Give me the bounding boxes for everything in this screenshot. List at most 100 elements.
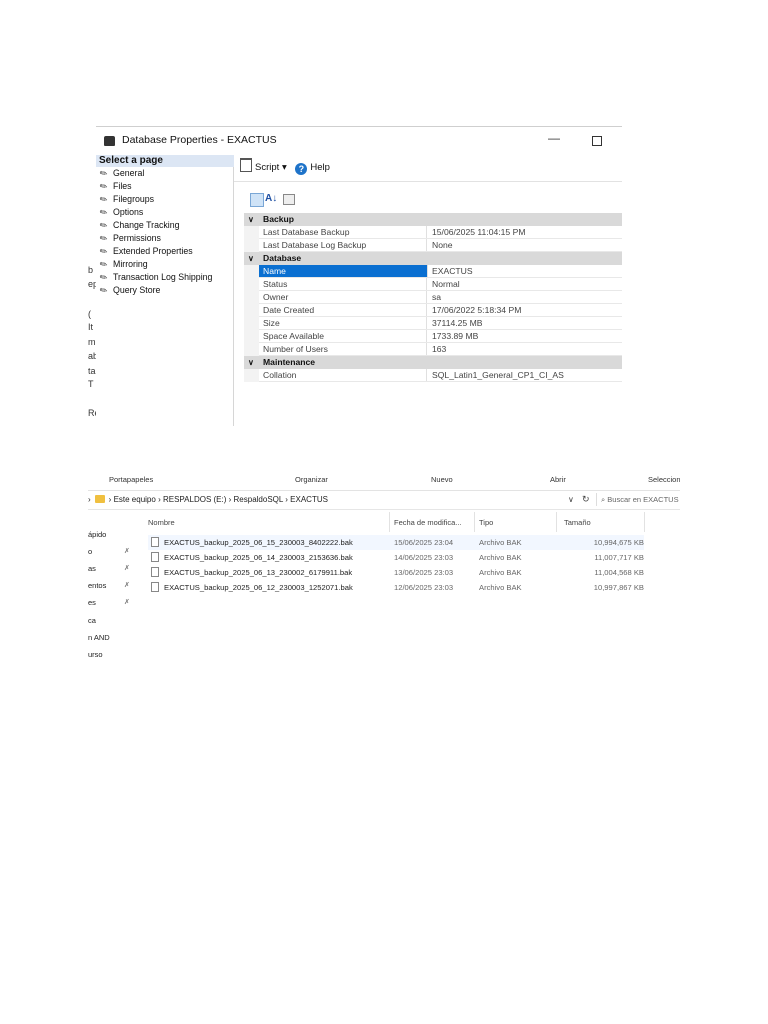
minimize-button[interactable]: —	[548, 131, 560, 145]
property-pages-button[interactable]	[283, 194, 295, 205]
property-row-selected[interactable]: Name EXACTUS	[244, 265, 622, 278]
page-filegroups[interactable]: ✎ Filegroups	[98, 193, 154, 207]
script-dropdown-icon[interactable]: ▾	[282, 162, 287, 173]
column-header-name[interactable]: Nombre	[148, 518, 175, 527]
file-row[interactable]: EXACTUS_backup_2025_06_13_230002_6179911…	[148, 565, 644, 580]
breadcrumb-respaldos[interactable]: RESPALDOS (E:)	[163, 495, 226, 504]
nav-item[interactable]: entos	[88, 581, 106, 590]
help-icon: ?	[295, 163, 308, 175]
file-size: 11,007,717 KB	[594, 553, 644, 562]
toolbar: Script ▾ ? Help	[240, 158, 330, 175]
breadcrumb-this-pc[interactable]: Este equipo	[114, 495, 156, 504]
file-date: 13/06/2025 23:03	[394, 568, 454, 577]
script-button[interactable]: Script ▾	[240, 158, 287, 173]
page-mirroring[interactable]: ✎ Mirroring	[98, 258, 148, 272]
nav-item[interactable]: urso	[88, 650, 103, 658]
property-row[interactable]: Date Created 17/06/2022 5:18:34 PM	[244, 304, 622, 317]
column-header-date[interactable]: Fecha de modifica...	[394, 518, 462, 527]
nav-item[interactable]: n AND	[88, 633, 110, 642]
file-date: 14/06/2025 23:03	[394, 553, 454, 562]
refresh-icon[interactable]: ↻	[582, 494, 590, 505]
search-input[interactable]: ⌕ Buscar en EXACTUS	[596, 493, 680, 506]
breadcrumb-exactus[interactable]: EXACTUS	[290, 495, 328, 504]
file-icon	[151, 567, 159, 577]
nav-item[interactable]: ca	[88, 616, 96, 625]
property-value: Normal	[432, 279, 460, 289]
history-dropdown-icon[interactable]: ∨	[568, 495, 574, 504]
property-row[interactable]: Size 37114.25 MB	[244, 317, 622, 330]
collapse-chevron-icon[interactable]: ∨	[248, 252, 254, 265]
page-query-store[interactable]: ✎ Query Store	[97, 284, 161, 298]
pin-icon: ✗	[124, 565, 130, 572]
page-general[interactable]: ✎ General	[97, 167, 144, 181]
file-name: EXACTUS_backup_2025_06_15_230003_8402222…	[164, 538, 353, 547]
file-row[interactable]: EXACTUS_backup_2025_06_12_230003_1252071…	[148, 580, 644, 595]
category-maintenance[interactable]: ∨ Maintenance	[244, 356, 622, 369]
wrench-icon: ✎	[97, 284, 110, 297]
database-properties-window: b ep ( It m ab ta T Re Database Properti…	[88, 126, 622, 426]
edge-fragment: (	[88, 309, 91, 319]
file-date: 15/06/2025 23:04	[394, 538, 454, 547]
collapse-chevron-icon[interactable]: ∨	[248, 213, 254, 226]
column-header-type[interactable]: Tipo	[479, 518, 493, 527]
navigation-pane: ápido o ✗ as ✗ entos ✗ es ✗ ca n AND urs…	[88, 510, 144, 658]
nav-item[interactable]: o	[88, 547, 92, 556]
page-transaction-log-shipping[interactable]: ✎ Transaction Log Shipping	[98, 271, 213, 285]
property-row[interactable]: Status Normal	[244, 278, 622, 291]
property-row[interactable]: Space Available 1733.89 MB	[244, 330, 622, 343]
pin-icon: ✗	[124, 582, 130, 589]
alphabetical-sort-button[interactable]: A↓	[265, 193, 277, 204]
file-icon	[151, 582, 159, 592]
property-value: EXACTUS	[432, 266, 473, 276]
property-key: Owner	[263, 291, 427, 303]
nav-item[interactable]: ápido	[88, 530, 106, 539]
breadcrumb-respaldosql[interactable]: RespaldoSQL	[234, 495, 284, 504]
page-options[interactable]: ✎ Options	[98, 206, 143, 220]
page-permissions[interactable]: ✎ Permissions	[97, 232, 161, 246]
select-page-pane: Select a page ✎ General ✎ Files ✎ Filegroup…	[96, 155, 236, 426]
nav-item[interactable]: as	[88, 564, 96, 573]
property-value: 1733.89 MB	[432, 331, 479, 341]
pin-icon: ✗	[124, 599, 130, 606]
property-row[interactable]: Last Database Backup 15/06/2025 11:04:15 …	[244, 226, 622, 239]
property-row[interactable]: Last Database Log Backup None	[244, 239, 622, 252]
file-type: Archivo BAK	[479, 553, 522, 562]
categorized-view-button[interactable]	[250, 193, 264, 207]
file-type: Archivo BAK	[479, 568, 522, 577]
property-row[interactable]: Collation SQL_Latin1_General_CP1_CI_AS	[244, 369, 622, 382]
file-icon	[151, 552, 159, 562]
column-header-size[interactable]: Tamaño	[564, 518, 591, 527]
page-extended-properties[interactable]: ✎ Extended Properties	[98, 245, 193, 259]
file-row[interactable]: EXACTUS_backup_2025_06_14_230003_2153636…	[148, 550, 644, 565]
property-row[interactable]: Owner sa	[244, 291, 622, 304]
chevron-right-icon: ›	[108, 495, 112, 504]
wrench-icon: ✎	[97, 219, 110, 232]
collapse-chevron-icon[interactable]: ∨	[248, 356, 254, 369]
category-database[interactable]: ∨ Database	[244, 252, 622, 265]
help-button[interactable]: ? Help	[289, 162, 330, 175]
file-size: 10,994,675 KB	[593, 538, 644, 547]
wrench-icon: ✎	[97, 167, 110, 180]
breadcrumb: › › Este equipo › RESPALDOS (E:) › Respal…	[88, 495, 328, 504]
property-key: Size	[263, 317, 427, 329]
address-bar[interactable]: › › Este equipo › RESPALDOS (E:) › Respal…	[88, 491, 680, 510]
file-size: 10,997,867 KB	[593, 583, 644, 592]
property-value: sa	[432, 292, 442, 302]
page-change-tracking[interactable]: ✎ Change Tracking	[97, 219, 180, 233]
ribbon-select: Selecciona	[648, 475, 680, 484]
property-value: None	[432, 240, 453, 250]
file-row[interactable]: EXACTUS_backup_2025_06_15_230003_8402222…	[148, 535, 644, 550]
column-headers: Nombre Fecha de modifica... Tipo Tamaño	[148, 510, 645, 534]
maximize-button[interactable]	[592, 136, 602, 146]
edge-fragment: It	[88, 322, 94, 332]
nav-item[interactable]: es	[88, 598, 96, 607]
title-bar[interactable]: Database Properties - EXACTUS —	[96, 126, 622, 155]
category-backup[interactable]: ∨ Backup	[244, 213, 622, 226]
property-value: 15/06/2025 11:04:15 PM	[432, 227, 526, 237]
property-row[interactable]: Number of Users 163	[244, 343, 622, 356]
edge-fragment: T	[88, 379, 94, 389]
property-key: Last Database Backup	[263, 226, 427, 238]
wrench-icon: ✎	[97, 232, 110, 245]
file-name: EXACTUS_backup_2025_06_14_230003_2153636…	[164, 553, 353, 562]
property-key: Name	[259, 265, 428, 277]
